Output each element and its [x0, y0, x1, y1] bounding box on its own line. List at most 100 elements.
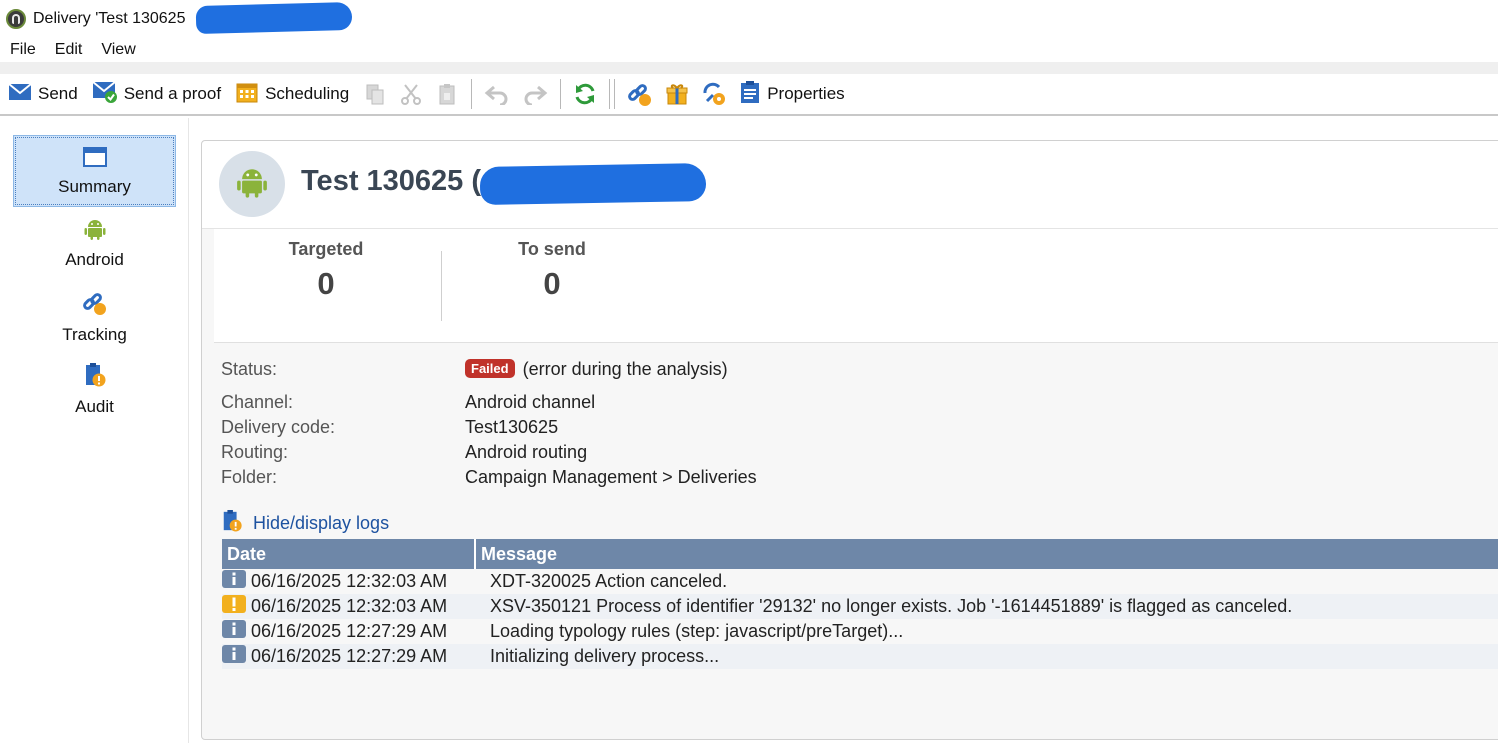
cut-icon[interactable] [399, 82, 423, 106]
status-label: Status: [221, 359, 278, 379]
refresh-icon[interactable] [573, 82, 597, 106]
avatar [219, 151, 285, 217]
log-message: Loading typology rules (step: javascript… [490, 621, 904, 641]
send-proof-button[interactable]: Send a proof [92, 80, 222, 108]
toolbar-separator [471, 79, 473, 109]
delivery-header: Test 130625 () [202, 141, 1498, 229]
stat-value: 0 [317, 266, 335, 301]
stat-value: 0 [543, 266, 561, 301]
tracking-link-icon [82, 290, 108, 321]
android-icon [236, 165, 268, 204]
status-value: Failed (error during the analysis) [465, 359, 728, 380]
toolbar-separator [609, 79, 611, 109]
menu-bar: File Edit View [0, 38, 155, 62]
table-row[interactable]: 06/16/2025 12:27:29 AM Loading typology … [222, 619, 1498, 644]
log-date: 06/16/2025 12:27:29 AM [251, 621, 448, 641]
sidebar-item-label: Tracking [62, 324, 127, 344]
paste-icon[interactable] [435, 82, 459, 106]
toolbar-separator [614, 79, 616, 109]
envelope-check-icon [92, 80, 118, 108]
stat-label: Targeted [288, 239, 364, 259]
folder-row: Folder: Campaign Management > Deliveries [221, 467, 1321, 491]
log-message: XSV-350121 Process of identifier '29132'… [490, 596, 1293, 616]
info-icon [222, 569, 246, 594]
status-badge: Failed [465, 359, 515, 378]
send-proof-label: Send a proof [123, 84, 222, 103]
summary-panel: Test 130625 () Targeted 0 To send 0 Stat… [201, 140, 1498, 740]
calendar-icon [235, 80, 259, 109]
folder-label: Folder: [221, 467, 278, 487]
sidebar-item-android[interactable]: Android [13, 207, 176, 279]
table-row[interactable]: 06/16/2025 12:32:03 AM XSV-350121 Proces… [222, 594, 1498, 619]
log-table: Date Message 06/16/2025 12:32:03 AM XDT-… [222, 539, 1498, 669]
channel-row: Channel: Android channel [221, 392, 1321, 416]
window-icon [82, 146, 108, 173]
folder-value: Campaign Management > Deliveries [465, 467, 757, 487]
sidebar-item-label: Android [65, 249, 124, 269]
menu-edit[interactable]: Edit [55, 41, 83, 59]
envelope-icon [8, 82, 32, 106]
toolbar: Send Send a proof Scheduling Properties [0, 74, 1498, 116]
delivery-title-text: Test 130625 ( [301, 165, 482, 197]
toolbar-separator [560, 79, 562, 109]
table-row[interactable]: 06/16/2025 12:32:03 AM XDT-320025 Action… [222, 569, 1498, 594]
delivery-stats: Targeted 0 To send 0 [214, 229, 1498, 343]
window-title: Delivery 'Test 130625 [33, 10, 186, 27]
logs-toggle-label: Hide/display logs [253, 513, 390, 533]
hide-display-logs-link[interactable]: Hide/display logs [221, 509, 389, 538]
channel-label: Channel: [221, 392, 294, 412]
redaction-mark [479, 163, 707, 205]
info-icon [222, 644, 246, 669]
scheduling-label: Scheduling [265, 84, 350, 103]
delivery-code-value: Test130625 [465, 417, 559, 437]
tracking-link-icon[interactable] [627, 81, 653, 107]
column-header-message[interactable]: Message [476, 539, 557, 569]
sidebar: Summary Android Tracking Audit [0, 118, 189, 743]
audit-icon [83, 362, 107, 393]
app-logo-icon [6, 9, 26, 29]
send-label: Send [38, 84, 78, 103]
log-table-header: Date Message [222, 539, 1498, 569]
info-icon [222, 619, 246, 644]
toolbar-divider [0, 62, 1498, 74]
table-row[interactable]: 06/16/2025 12:27:29 AM Initializing deli… [222, 644, 1498, 669]
log-date: 06/16/2025 12:32:03 AM [251, 571, 448, 591]
send-button[interactable]: Send [8, 82, 78, 106]
undo-icon[interactable] [484, 83, 510, 105]
gift-icon[interactable] [665, 82, 689, 106]
stat-label: To send [518, 239, 586, 259]
scheduling-button[interactable]: Scheduling [235, 80, 349, 109]
sidebar-item-label: Audit [75, 396, 114, 416]
menu-view[interactable]: View [101, 41, 135, 59]
redaction-mark [195, 1, 353, 35]
stat-to-send: To send 0 [440, 239, 664, 302]
audit-icon [221, 509, 243, 538]
delivery-code-label: Delivery code: [221, 417, 336, 437]
redo-icon[interactable] [522, 83, 548, 105]
log-message: XDT-320025 Action canceled. [490, 571, 728, 591]
delivery-code-row: Delivery code: Test130625 [221, 417, 1321, 441]
log-message: Initializing delivery process... [490, 646, 720, 666]
log-date: 06/16/2025 12:32:03 AM [251, 596, 448, 616]
menu-file[interactable]: File [10, 41, 36, 59]
routing-value: Android routing [465, 442, 588, 462]
routing-row: Routing: Android routing [221, 442, 1321, 466]
column-header-date[interactable]: Date [222, 539, 476, 569]
properties-label: Properties [767, 84, 845, 103]
sidebar-item-summary[interactable]: Summary [13, 135, 176, 207]
copy-icon[interactable] [363, 82, 387, 106]
sidebar-item-tracking[interactable]: Tracking [13, 281, 176, 353]
link-settings-icon[interactable] [701, 81, 727, 107]
log-date: 06/16/2025 12:27:29 AM [251, 646, 448, 666]
properties-button[interactable]: Properties [739, 80, 845, 109]
clipboard-icon [739, 80, 761, 109]
warning-icon [222, 594, 246, 619]
stat-targeted: Targeted 0 [214, 239, 438, 302]
android-icon [84, 217, 106, 246]
status-text: (error during the analysis) [522, 359, 728, 379]
channel-value: Android channel [465, 392, 596, 412]
routing-label: Routing: [221, 442, 289, 462]
sidebar-item-audit[interactable]: Audit [13, 353, 176, 425]
status-row: Status: Failed (error during the analysis… [221, 359, 1321, 383]
sidebar-item-label: Summary [58, 176, 131, 196]
